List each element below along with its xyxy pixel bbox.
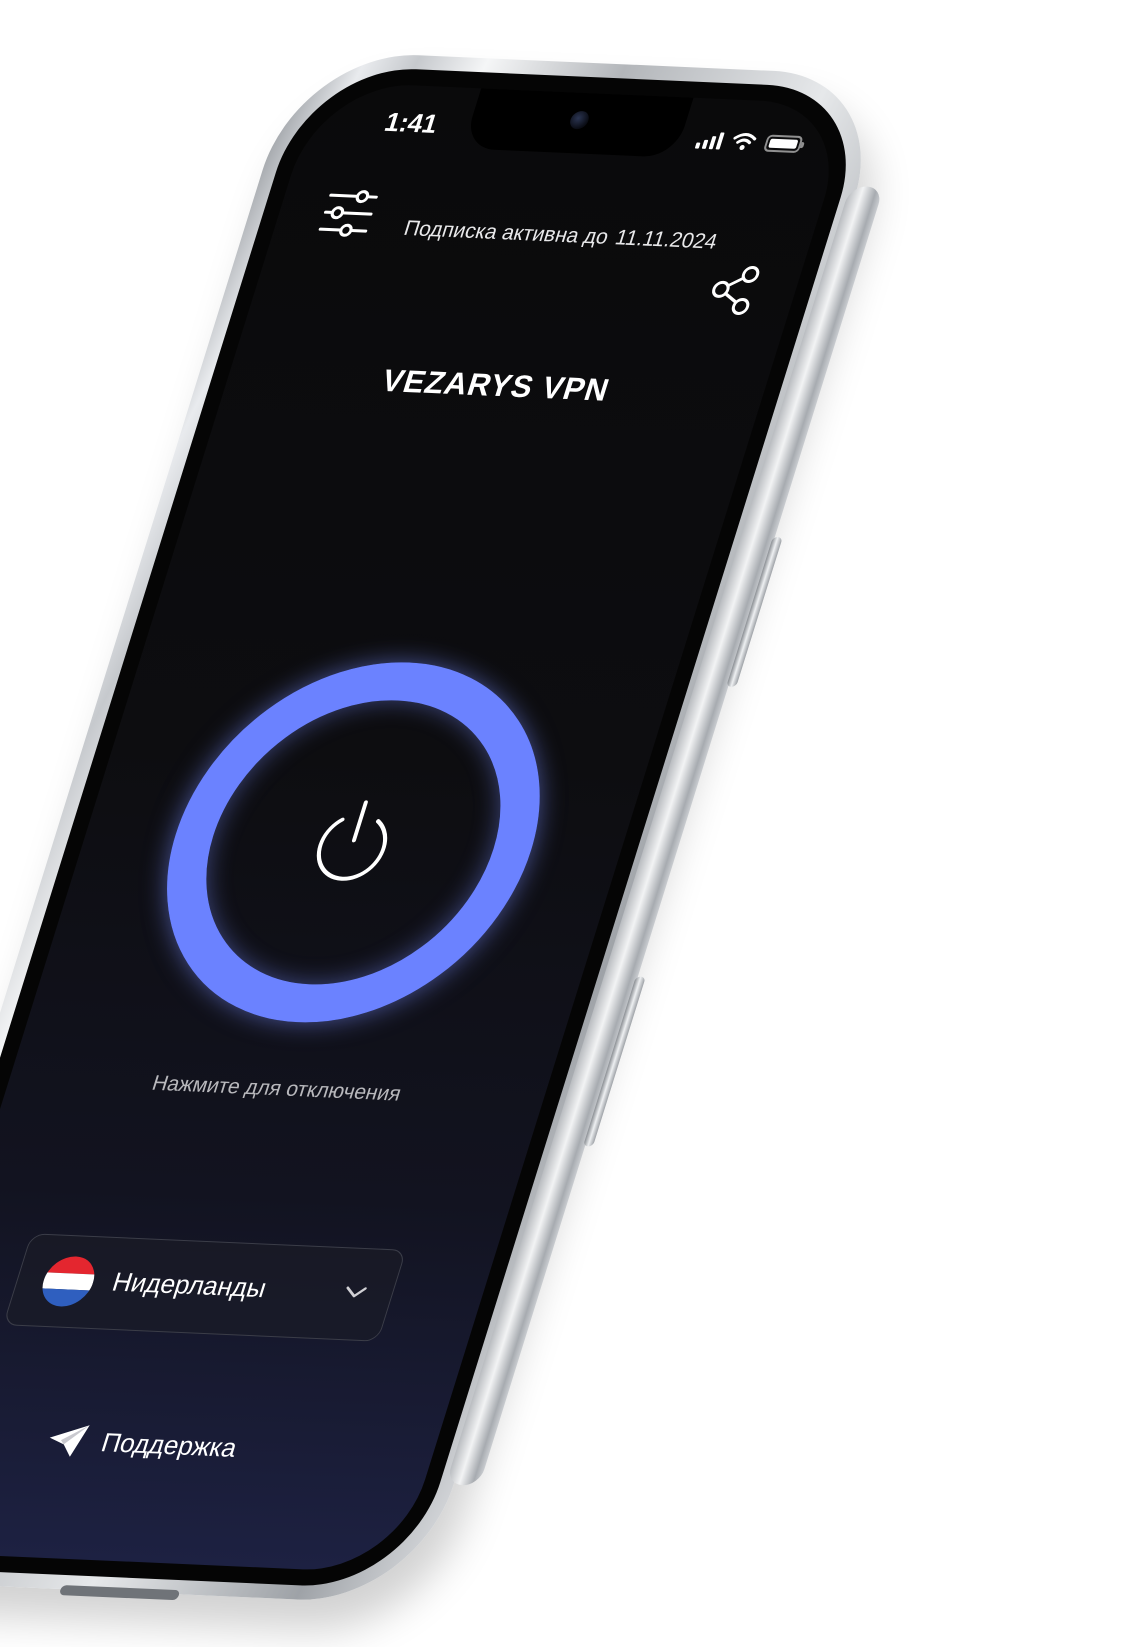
- chevron-down-icon: [346, 1286, 367, 1298]
- phone-bezel: 1:41 Подписка активна до11.11.2024 VEZAR…: [0, 64, 875, 1591]
- home-indicator: [61, 1532, 211, 1545]
- app-screen: 1:41 Подписка активна до11.11.2024 VEZAR…: [0, 81, 854, 1574]
- netherlands-flag-icon: [35, 1255, 101, 1308]
- support-label: Поддержка: [97, 1426, 242, 1463]
- power-toggle-button[interactable]: [119, 654, 588, 1031]
- support-button[interactable]: Поддержка: [42, 1422, 242, 1466]
- country-name: Нидерланды: [108, 1266, 271, 1304]
- status-icons: [694, 130, 804, 154]
- wifi-icon: [733, 133, 757, 151]
- app-title: VEZARYS VPN: [377, 362, 615, 408]
- phone-device: 1:41 Подписка активна до11.11.2024 VEZAR…: [0, 50, 893, 1605]
- camera-icon: [567, 110, 591, 130]
- charging-port: [58, 1585, 181, 1601]
- country-selector[interactable]: Нидерланды: [2, 1233, 407, 1342]
- sliders-icon: [318, 190, 378, 237]
- page: 1:41 Подписка активна до11.11.2024 VEZAR…: [0, 0, 1141, 1647]
- share-button[interactable]: [702, 263, 766, 317]
- connection-hint: Нажмите для отключения: [149, 1071, 405, 1106]
- battery-level: [768, 138, 799, 149]
- subscription-label: Подписка активна до: [401, 216, 612, 249]
- notch: [462, 86, 695, 158]
- status-time: 1:41: [381, 106, 442, 139]
- share-icon: [712, 265, 760, 315]
- subscription-status: Подписка активна до11.11.2024: [401, 217, 720, 255]
- signal-icon: [694, 130, 725, 150]
- subscription-date: 11.11.2024: [612, 226, 721, 254]
- paper-plane-icon: [49, 1425, 90, 1457]
- battery-icon: [762, 134, 804, 154]
- settings-button[interactable]: [311, 183, 386, 243]
